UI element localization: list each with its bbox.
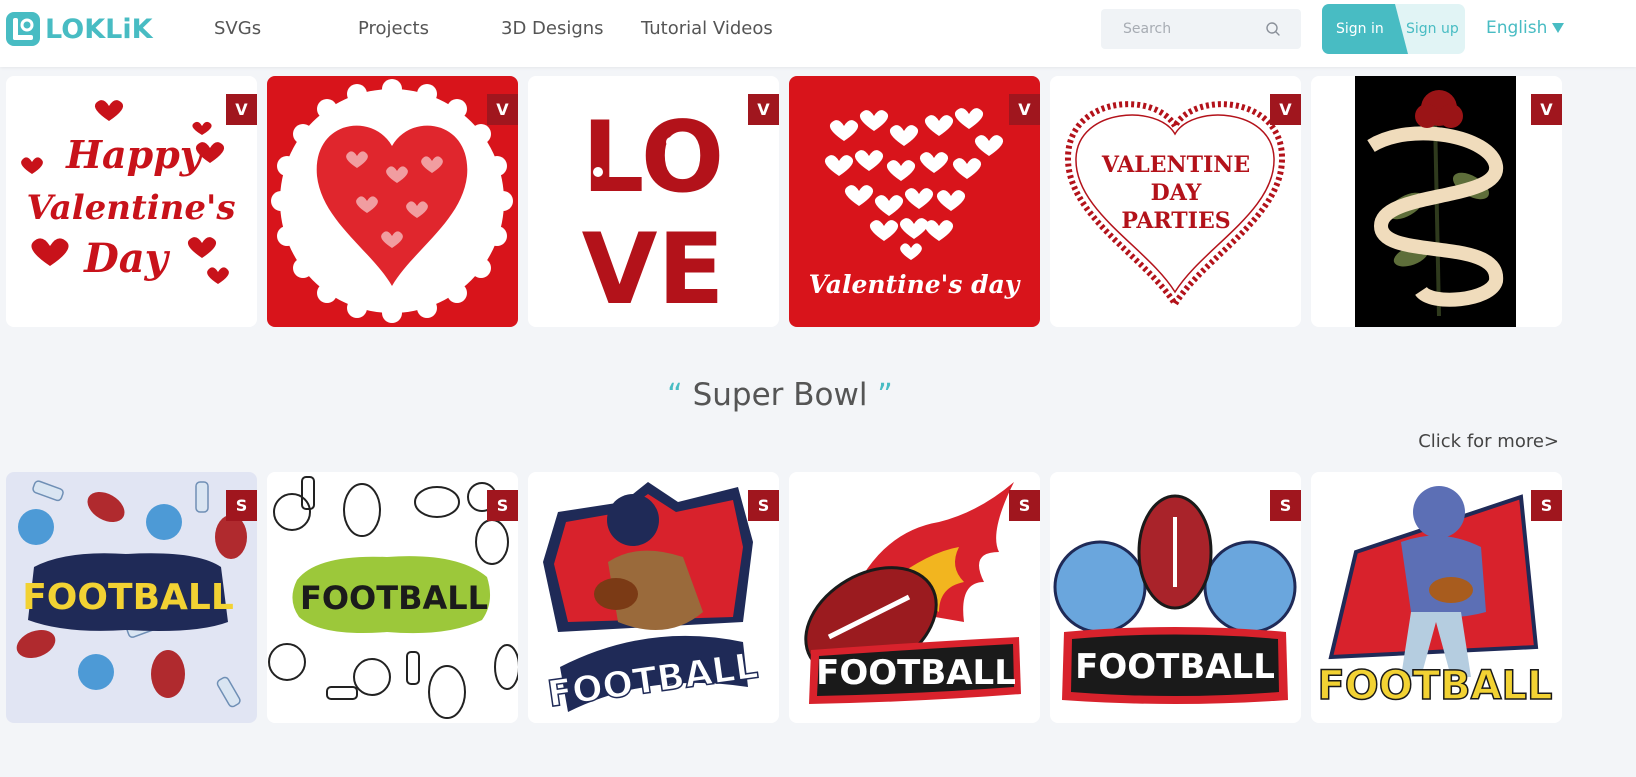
nav-3d-designs[interactable]: 3D Designs bbox=[501, 18, 604, 39]
category-badge: V bbox=[748, 94, 779, 125]
title-open-quote: “ bbox=[667, 378, 683, 413]
heart-collage-art bbox=[271, 79, 513, 323]
football-player-badge-art: FOOTBALL bbox=[543, 482, 761, 716]
category-badge: S bbox=[487, 490, 518, 521]
sign-in-button[interactable]: Sign in bbox=[1322, 4, 1408, 54]
category-badge: V bbox=[1009, 94, 1040, 125]
caret-down-icon bbox=[1552, 23, 1565, 33]
art-text: FOOTBALL bbox=[1075, 647, 1275, 687]
section-title-text: Super Bowl bbox=[692, 377, 868, 413]
category-badge: S bbox=[1009, 490, 1040, 521]
category-badge: S bbox=[226, 490, 257, 521]
art-text: FOOTBALL bbox=[1317, 663, 1552, 709]
category-badge: V bbox=[1531, 94, 1562, 125]
football-helmets-art: FOOTBALL bbox=[1053, 494, 1297, 704]
design-card[interactable]: FOOTBALL S bbox=[1050, 472, 1301, 723]
valentine-day-parties-art: VALENTINE DAY PARTIES bbox=[1064, 101, 1286, 310]
art-text: FOOTBALL bbox=[22, 577, 234, 618]
art-line-3: PARTIES bbox=[1121, 208, 1230, 234]
football-pattern-art: FOOTBALL bbox=[16, 480, 247, 708]
language-select[interactable]: English bbox=[1486, 18, 1565, 38]
flaming-football-art: FOOTBALL bbox=[804, 482, 1021, 704]
logo-mark-icon bbox=[6, 12, 40, 46]
design-card[interactable]: FOOTBALL S bbox=[1311, 472, 1562, 723]
happy-valentines-day-art: Happy Valentine's Day bbox=[21, 100, 236, 284]
nav-projects[interactable]: Projects bbox=[358, 18, 429, 39]
top-header: LOKLiK SVGs Projects 3D Designs Tutorial… bbox=[0, 0, 1636, 67]
nav-tutorial-videos[interactable]: Tutorial Videos bbox=[641, 18, 773, 39]
design-card[interactable]: FOOTBALL S bbox=[789, 472, 1040, 723]
design-card[interactable]: FOOTBALL S bbox=[528, 472, 779, 723]
art-line-2: DAY bbox=[1151, 180, 1202, 206]
design-card[interactable]: FOOTBALL S bbox=[6, 472, 257, 723]
love-letters-art: LO VE bbox=[582, 101, 725, 327]
art-line-2: VE bbox=[582, 213, 725, 327]
sign-up-button[interactable]: Sign up bbox=[1406, 4, 1459, 54]
category-badge: S bbox=[748, 490, 779, 521]
category-badge: S bbox=[1270, 490, 1301, 521]
design-card[interactable]: V bbox=[267, 76, 518, 327]
category-badge: S bbox=[1531, 490, 1562, 521]
art-line-1: VALENTINE bbox=[1101, 152, 1250, 178]
art-text: FOOTBALL bbox=[816, 653, 1016, 693]
logo-text: LOKLiK bbox=[45, 13, 153, 45]
category-badge: V bbox=[487, 94, 518, 125]
category-badge: V bbox=[1270, 94, 1301, 125]
valentines-day-heart-art: Valentine's day bbox=[809, 108, 1021, 299]
design-card[interactable]: Happy Valentine's Day V bbox=[6, 76, 257, 327]
category-badge: V bbox=[226, 94, 257, 125]
design-card[interactable]: FOOTBALL S bbox=[267, 472, 518, 723]
art-text: FOOTBALL bbox=[300, 579, 488, 617]
design-card[interactable]: LO VE V bbox=[528, 76, 779, 327]
rose-ribbon-art bbox=[1355, 76, 1516, 327]
nav-svgs[interactable]: SVGs bbox=[214, 18, 261, 39]
art-line-3: Day bbox=[83, 235, 171, 282]
football-runner-art: FOOTBALL bbox=[1317, 486, 1553, 710]
auth-switch: Sign in Sign up bbox=[1322, 4, 1465, 54]
search-icon[interactable] bbox=[1265, 21, 1281, 37]
art-line-1: LO bbox=[582, 101, 724, 215]
valentine-row: Happy Valentine's Day V V LO VE V Valent… bbox=[6, 76, 1562, 327]
design-card[interactable]: Valentine's day V bbox=[789, 76, 1040, 327]
design-card[interactable]: VALENTINE DAY PARTIES V bbox=[1050, 76, 1301, 327]
art-line-2: Valentine's bbox=[26, 188, 235, 228]
click-for-more-link[interactable]: Click for more> bbox=[1418, 431, 1559, 452]
art-line-1: Valentine's day bbox=[809, 270, 1021, 299]
loklik-logo[interactable]: LOKLiK bbox=[6, 11, 153, 47]
search-box bbox=[1101, 9, 1301, 49]
design-card[interactable]: V bbox=[1311, 76, 1562, 327]
football-doodle-art: FOOTBALL bbox=[268, 476, 518, 719]
language-label: English bbox=[1486, 18, 1548, 38]
super-bowl-row: FOOTBALL S FOOTBALL S FOOTBALL S FOOTBAL… bbox=[6, 472, 1562, 723]
section-title: “ Super Bowl ” bbox=[0, 377, 1560, 413]
art-line-1: Happy bbox=[65, 132, 205, 177]
search-input[interactable] bbox=[1101, 9, 1271, 49]
title-close-quote: ” bbox=[877, 378, 893, 413]
